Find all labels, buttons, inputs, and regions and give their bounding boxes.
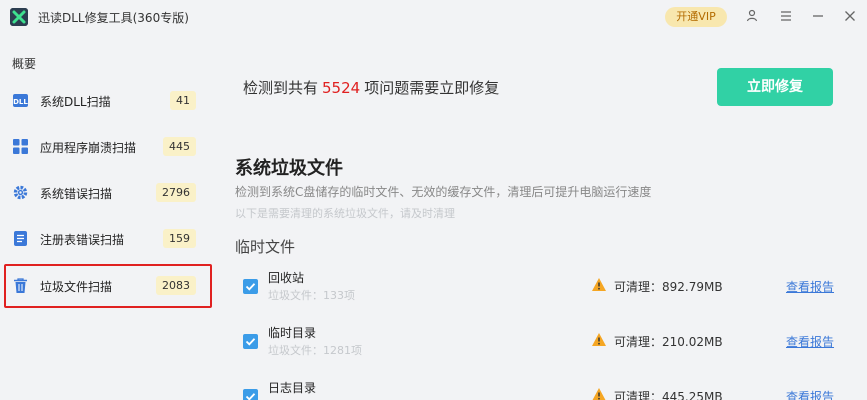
page-subdescription: 以下是需要清理的系统垃圾文件，请及时清理 <box>235 207 455 220</box>
count-badge: 445 <box>163 137 196 156</box>
sidebar-item-system-error-scan[interactable]: 系统错误扫描 2796 <box>4 171 212 215</box>
item-name: 日志目录 <box>268 381 317 395</box>
item-subtitle: 垃圾文件：133项 <box>268 289 355 302</box>
menu-icon[interactable] <box>778 8 794 24</box>
document-list-icon <box>12 230 29 247</box>
item-name: 回收站 <box>268 271 305 285</box>
sidebar-item-label: 垃圾文件扫描 <box>40 280 113 294</box>
sidebar-item-dll-scan[interactable]: DLL 系统DLL扫描 41 <box>4 79 212 123</box>
sidebar-item-label: 应用程序崩溃扫描 <box>40 141 137 155</box>
minimize-icon[interactable] <box>810 8 826 24</box>
list-item: 回收站 垃圾文件：133项 可清理：892.79MB 查看报告 <box>243 269 843 309</box>
warning-icon <box>591 387 607 400</box>
view-report-link[interactable]: 查看报告 <box>786 388 834 400</box>
sidebar-item-registry-scan[interactable]: 注册表错误扫描 159 <box>4 217 212 261</box>
count-badge: 2796 <box>156 183 196 202</box>
issue-summary: 检测到共有 5524 项问题需要立即修复 <box>243 77 499 98</box>
count-badge: 159 <box>163 229 196 248</box>
dll-icon: DLL <box>12 92 29 109</box>
svg-text:DLL: DLL <box>13 98 28 106</box>
summary-suffix: 项问题需要立即修复 <box>364 79 500 97</box>
warning-icon <box>591 277 607 292</box>
list-item: 临时目录 垃圾文件：1281项 可清理：210.02MB 查看报告 <box>243 324 843 364</box>
item-name: 临时目录 <box>268 326 317 340</box>
checkbox[interactable] <box>243 389 258 400</box>
sidebar-item-app-crash-scan[interactable]: 应用程序崩溃扫描 445 <box>4 125 212 169</box>
checkbox[interactable] <box>243 334 258 349</box>
page-description: 检测到系统C盘储存的临时文件、无效的缓存文件，清理后可提升电脑运行速度 <box>235 185 652 199</box>
count-badge: 41 <box>170 91 196 110</box>
gear-icon <box>12 184 29 201</box>
summary-prefix: 检测到共有 <box>243 79 319 97</box>
warning-icon <box>591 332 607 347</box>
fix-now-button[interactable]: 立即修复 <box>717 68 833 106</box>
list-item: 日志目录 可清理：445.25MB 查看报告 <box>243 379 843 400</box>
trash-icon <box>12 277 29 294</box>
app-logo-icon <box>10 8 28 26</box>
checkbox[interactable] <box>243 279 258 294</box>
view-report-link[interactable]: 查看报告 <box>786 278 834 295</box>
sidebar-item-label: 注册表错误扫描 <box>40 233 125 247</box>
count-badge: 2083 <box>156 276 196 295</box>
issue-count: 5524 <box>322 79 361 97</box>
sidebar-section-label: 概要 <box>12 57 37 71</box>
grid-icon <box>12 138 29 155</box>
title-bar: 迅读DLL修复工具(360专版) 开通VIP <box>0 0 867 34</box>
sidebar-item-label: 系统DLL扫描 <box>40 95 111 109</box>
group-title: 临时文件 <box>235 238 296 256</box>
cleanable-size: 可清理：210.02MB <box>614 335 723 349</box>
cleanable-size: 可清理：445.25MB <box>614 390 723 400</box>
cleanable-size: 可清理：892.79MB <box>614 280 723 294</box>
sidebar-item-junk-file-scan[interactable]: 垃圾文件扫描 2083 <box>4 264 212 308</box>
app-title: 迅读DLL修复工具(360专版) <box>38 11 189 25</box>
item-subtitle: 垃圾文件：1281项 <box>268 344 362 357</box>
view-report-link[interactable]: 查看报告 <box>786 333 834 350</box>
sidebar-item-label: 系统错误扫描 <box>40 187 113 201</box>
user-icon[interactable] <box>744 8 760 24</box>
close-icon[interactable] <box>842 8 858 24</box>
vip-button[interactable]: 开通VIP <box>665 7 727 27</box>
page-title: 系统垃圾文件 <box>235 158 343 179</box>
